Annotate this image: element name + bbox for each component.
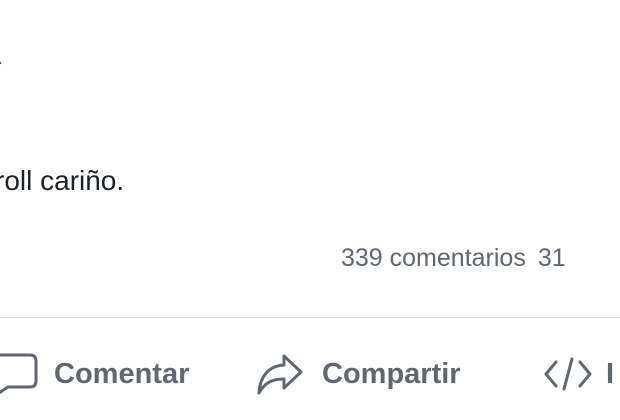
post-author-name[interactable]: a [0, 40, 1, 71]
share-icon [257, 354, 303, 395]
post-card: { "post": { "author_fragment": "a", "tex… [0, 0, 620, 420]
code-icon [544, 357, 592, 391]
post-stats: 339 comentarios 31 [341, 244, 578, 273]
embed-button[interactable]: I [544, 348, 614, 400]
comment-button[interactable]: Comentar [0, 348, 189, 400]
share-count-link[interactable]: 31 [538, 244, 566, 272]
post-text: roll cariño. [0, 165, 125, 196]
comment-count-link[interactable]: 339 comentarios [341, 244, 526, 272]
share-button-label: Compartir [322, 357, 461, 390]
embed-button-label: I [606, 357, 615, 390]
divider [0, 317, 620, 318]
share-button[interactable]: Compartir [256, 348, 461, 400]
comment-button-label: Comentar [54, 357, 190, 390]
comment-icon [0, 353, 38, 395]
